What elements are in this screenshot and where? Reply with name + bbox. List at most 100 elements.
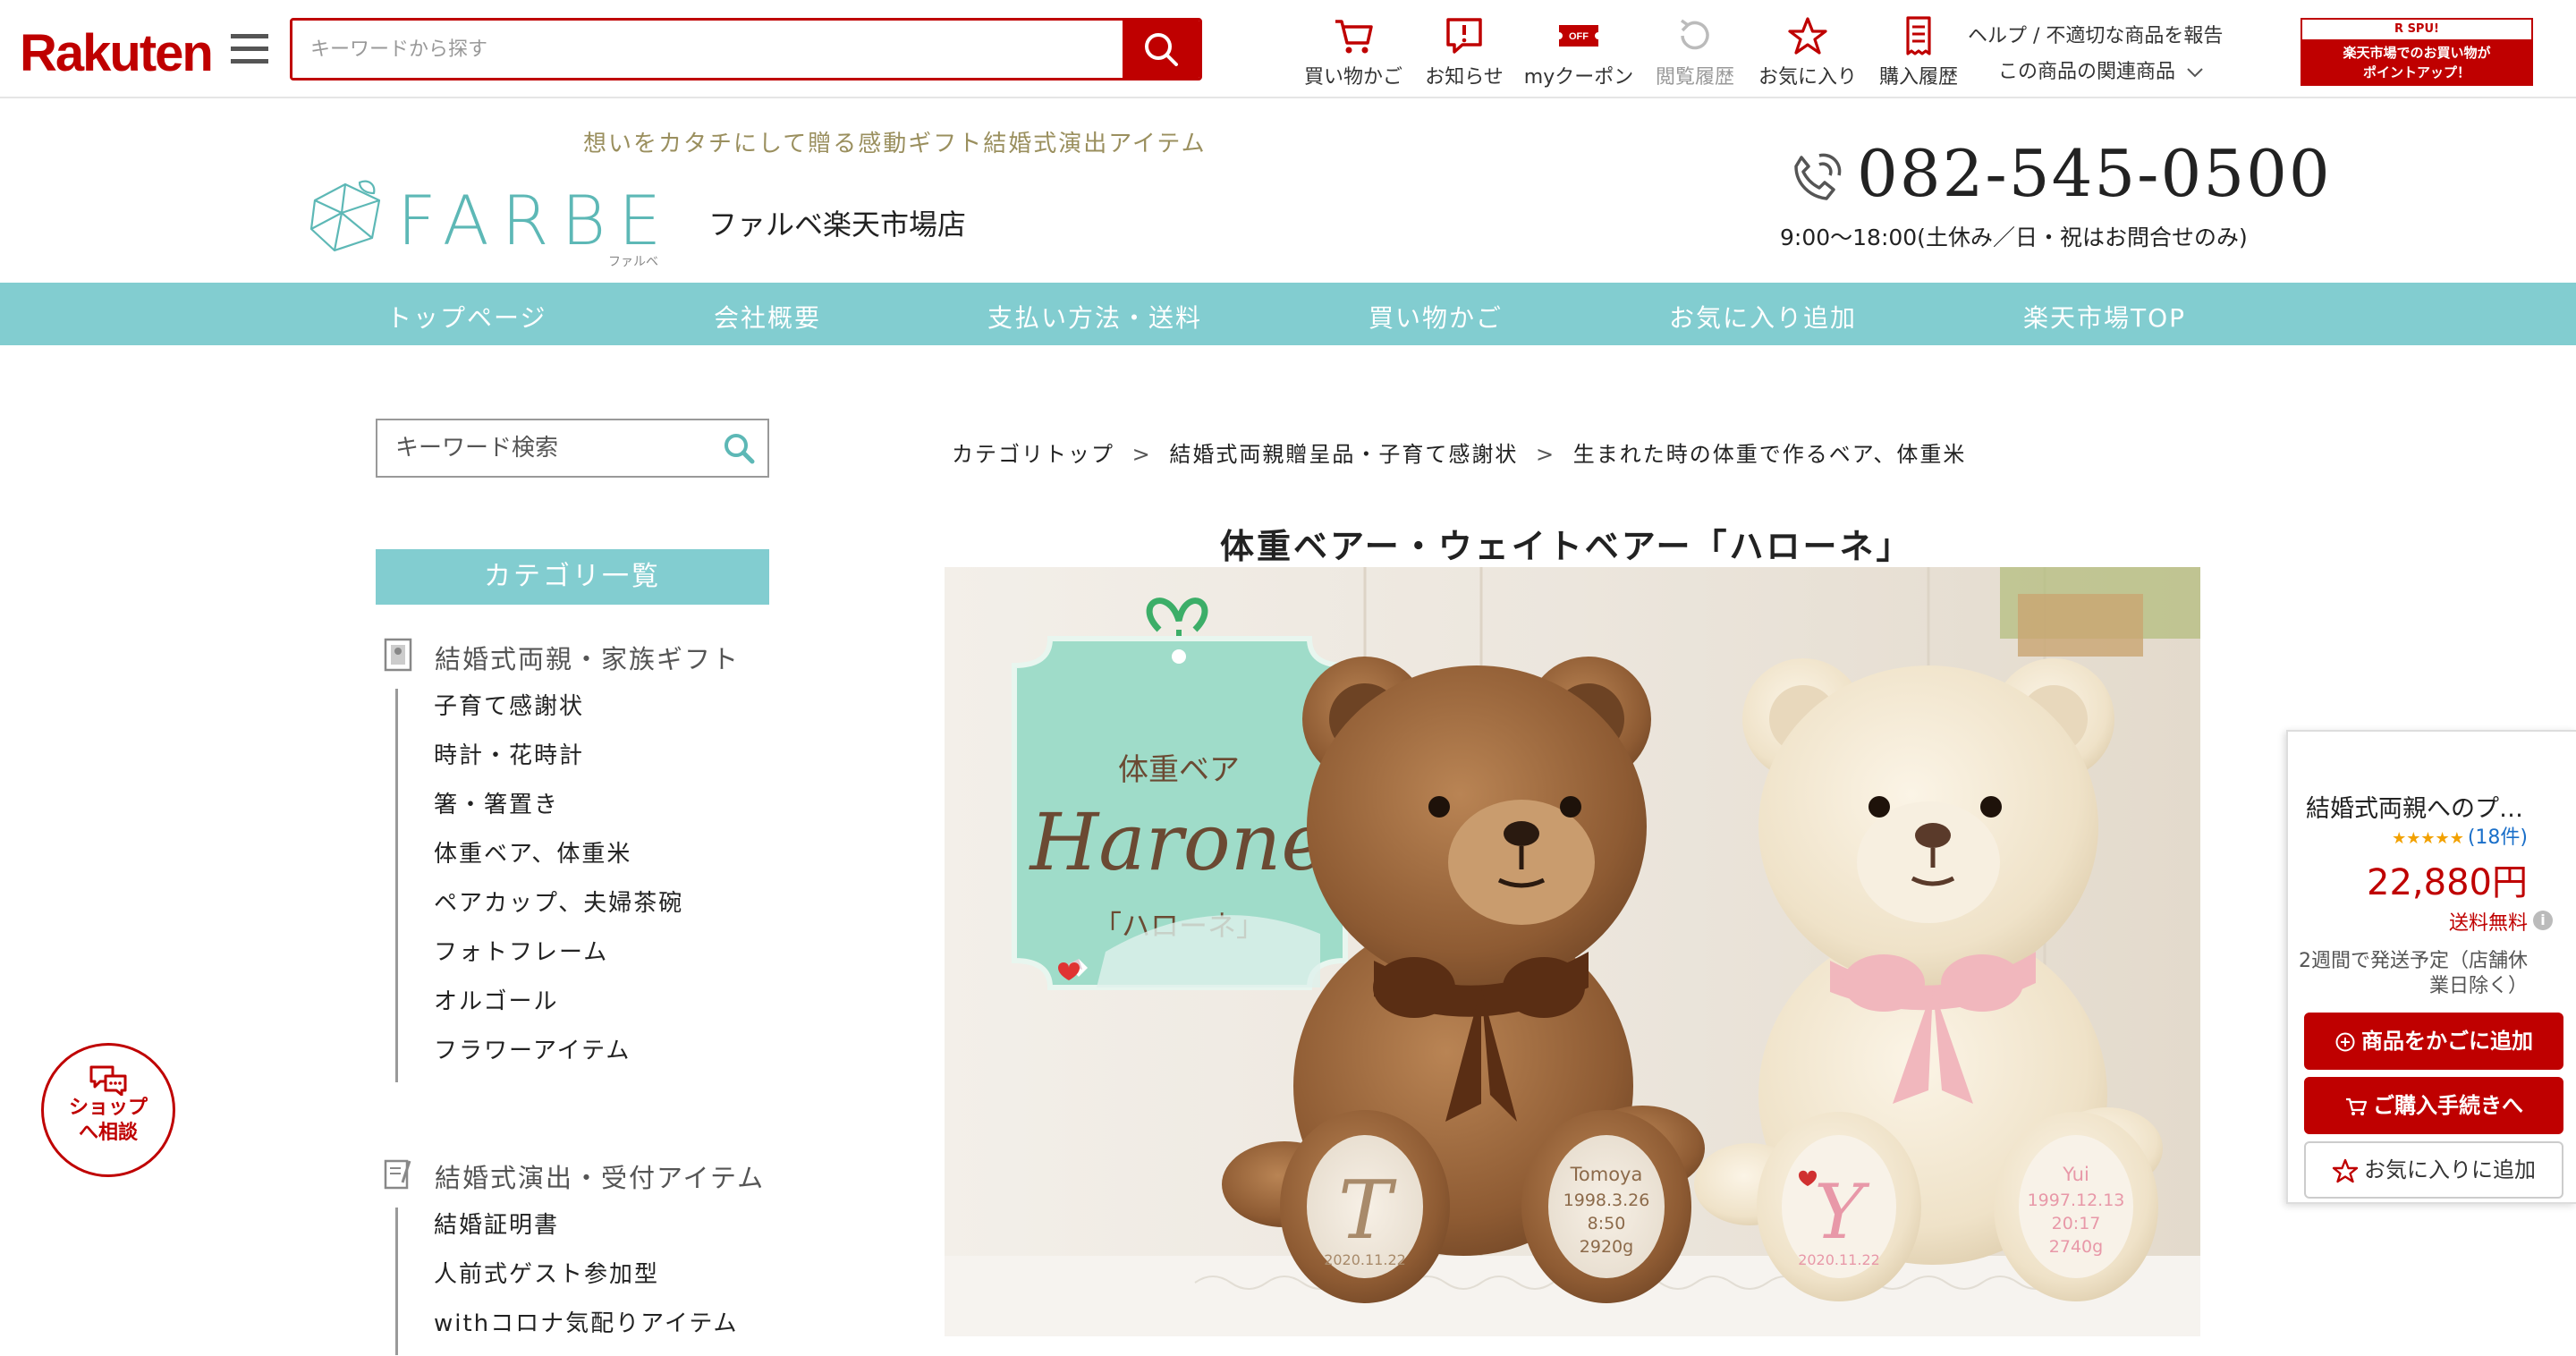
spu-tag: R SPU! <box>2302 20 2531 39</box>
right-foot-weight: 2740g <box>2049 1237 2103 1257</box>
checkout-button[interactable]: ご購入手続きへ <box>2304 1077 2563 1134</box>
category-group-label: 結婚式両親・家族ギフト <box>435 644 741 674</box>
breadcrumb: カテゴリトップ > 結婚式両親贈呈品・子育て感謝状 > 生まれた時の体重で作るベ… <box>952 436 1975 468</box>
rakuten-header: Rakuten 買い物かご お知らせ OFF myクーポン <box>0 0 2576 98</box>
product-image[interactable]: 体重ベア Harone 「ハローネ」 <box>945 567 2200 1336</box>
right-foot-date: 1997.12.13 <box>2028 1191 2125 1210</box>
teddy-bears-photo: 体重ベア Harone 「ハローネ」 <box>945 567 2200 1336</box>
shop-nav-cart[interactable]: 買い物かご <box>1368 299 1503 335</box>
document-pen-icon <box>384 1159 411 1190</box>
shop-nav-payment[interactable]: 支払い方法・送料 <box>987 299 1202 335</box>
category-item[interactable]: 体重ベア、体重米 <box>398 836 683 886</box>
nav-coupon[interactable]: OFF myクーポン <box>1521 11 1637 93</box>
rakuten-search-input[interactable] <box>292 21 1124 78</box>
info-icon[interactable]: i <box>2533 911 2553 930</box>
cart-icon <box>1335 20 1373 54</box>
breadcrumb-item[interactable]: カテゴリトップ <box>952 442 1114 467</box>
history-icon <box>1680 19 1709 50</box>
left-foot-name: Tomoya <box>1570 1164 1643 1185</box>
breadcrumb-separator: > <box>1536 442 1556 467</box>
shop-search-input[interactable] <box>377 420 708 476</box>
rating-stars: ★★★★★ <box>2392 829 2464 848</box>
nav-history[interactable]: 閲覧履歴 <box>1637 11 1753 93</box>
left-foot-weight: 2920g <box>1580 1237 1633 1257</box>
category-item[interactable]: フォトフレーム <box>398 935 683 984</box>
menu-icon[interactable] <box>231 32 268 66</box>
right-paw-date: 2020.11.22 <box>1798 1251 1880 1268</box>
chat-bubble-icon <box>89 1065 127 1096</box>
phone-icon <box>1794 153 1842 200</box>
nav-cart-label: 買い物かご <box>1303 66 1402 89</box>
consult-line2: へ相談 <box>78 1122 138 1144</box>
shop-nav-rakuten-top[interactable]: 楽天市場TOP <box>2023 299 2186 335</box>
floating-purchase-box: 結婚式両親へのプ… ★★★★★ (18件) 22,880円 送料無料 i 2週間で… <box>2286 730 2576 1204</box>
coupon-icon: OFF <box>1559 25 1598 47</box>
tag-script: Harone <box>1028 796 1327 888</box>
category-item[interactable]: 人前式ゲスト参加型 <box>398 1257 739 1306</box>
spu-banner[interactable]: R SPU! 楽天市場でのお買い物が ポイントアップ！ <box>2301 18 2533 86</box>
related-products-dropdown[interactable]: この商品の関連商品 <box>1998 55 2205 84</box>
nav-cart[interactable]: 買い物かご <box>1295 11 1411 93</box>
help-report-link[interactable]: ヘルプ / 不適切な商品を報告 <box>1968 20 2223 48</box>
rakuten-logo[interactable]: Rakuten <box>20 23 214 83</box>
add-to-cart-button[interactable]: 商品をかごに追加 <box>2304 1013 2563 1070</box>
review-count: (18件) <box>2467 826 2528 849</box>
category-list-wedding-items: 結婚証明書 人前式ゲスト参加型 withコロナ気配りアイテム <box>395 1208 739 1355</box>
shop-tagline: 想いをカタチにして贈る感動ギフト結婚式演出アイテム <box>583 131 1207 157</box>
spu-line2: ポイントアップ！ <box>2362 64 2470 81</box>
breadcrumb-separator: > <box>1131 442 1152 467</box>
shop-nav-top[interactable]: トップページ <box>386 299 547 335</box>
nav-purchase-history-label: 購入履歴 <box>1878 66 1958 89</box>
right-paw-initial: Y <box>1814 1168 1870 1256</box>
review-rating[interactable]: ★★★★★ (18件) <box>2392 821 2528 850</box>
breadcrumb-item[interactable]: 結婚式両親贈呈品・子育て感謝状 <box>1169 442 1518 467</box>
left-paw-initial: T <box>1338 1164 1397 1258</box>
left-paw-date: 2020.11.22 <box>1324 1251 1406 1268</box>
product-price: 22,880円 <box>2367 862 2528 903</box>
nav-purchase-history[interactable]: 購入履歴 <box>1860 11 1977 93</box>
category-item[interactable]: withコロナ気配りアイテム <box>398 1306 739 1355</box>
shop-search-button[interactable] <box>721 431 758 467</box>
right-foot-name: Yui <box>2062 1164 2089 1185</box>
shop-consult-button[interactable]: ショップ へ相談 <box>41 1043 175 1177</box>
shop-logo-subtext: ファルベ <box>608 255 658 269</box>
search-icon <box>1145 33 1178 66</box>
left-foot-time: 8:50 <box>1588 1214 1626 1233</box>
spu-line1: 楽天市場でのお買い物が <box>2343 45 2491 61</box>
category-list-family-gift: 子育て感謝状 時計・花時計 箸・箸置き 体重ベア、体重米 ペアカップ、夫婦茶碗 … <box>395 689 683 1082</box>
category-item[interactable]: 結婚証明書 <box>398 1208 739 1257</box>
nav-notification-label: お知らせ <box>1425 66 1504 89</box>
nav-coupon-label: myクーポン <box>1523 66 1634 89</box>
category-item[interactable]: オルゴール <box>398 984 683 1033</box>
consult-line1: ショップ <box>68 1097 148 1119</box>
related-products-label: この商品の関連商品 <box>1998 61 2176 83</box>
nav-favorite[interactable]: お気に入り <box>1750 11 1866 93</box>
star-icon <box>2332 1158 2359 1183</box>
category-item[interactable]: 箸・箸置き <box>398 787 683 836</box>
shop-hours: 9:00〜18:00(土休み／日・祝はお問合せのみ) <box>1780 225 2248 250</box>
shop-nav-company[interactable]: 会社概要 <box>714 299 821 335</box>
category-item[interactable]: ペアカップ、夫婦茶碗 <box>398 886 683 935</box>
receipt-icon <box>1906 16 1931 55</box>
category-item[interactable]: フラワーアイテム <box>398 1033 683 1082</box>
shop-phone-number: 082-545-0500 <box>1857 136 2332 211</box>
shop-logo-text[interactable]: FARBE <box>397 181 674 260</box>
spu-message: 楽天市場でのお買い物が ポイントアップ！ <box>2302 43 2531 82</box>
nav-history-label: 閲覧履歴 <box>1655 66 1734 89</box>
notification-icon <box>1446 18 1482 54</box>
category-item[interactable]: 時計・花時計 <box>398 738 683 787</box>
farbe-logo-icon[interactable] <box>302 179 388 254</box>
add-to-favorite-button[interactable]: お気に入りに追加 <box>2304 1141 2563 1199</box>
shop-name: ファルベ楽天市場店 <box>708 208 967 242</box>
plus-circle-icon <box>2335 1032 2355 1052</box>
shop-nav-favorite[interactable]: お気に入り追加 <box>1669 299 1857 335</box>
right-foot-time: 20:17 <box>2052 1214 2101 1233</box>
gift-card-icon <box>384 638 412 672</box>
product-short-name[interactable]: 結婚式両親へのプ… <box>2306 789 2523 824</box>
breadcrumb-item[interactable]: 生まれた時の体重で作るベア、体重米 <box>1573 442 1967 467</box>
nav-notification[interactable]: お知らせ <box>1406 11 1522 93</box>
rakuten-search-button[interactable] <box>1123 21 1199 78</box>
category-item[interactable]: 子育て感謝状 <box>398 689 683 738</box>
chevron-down-icon <box>2187 68 2203 78</box>
nav-favorite-label: お気に入り <box>1758 66 1857 89</box>
